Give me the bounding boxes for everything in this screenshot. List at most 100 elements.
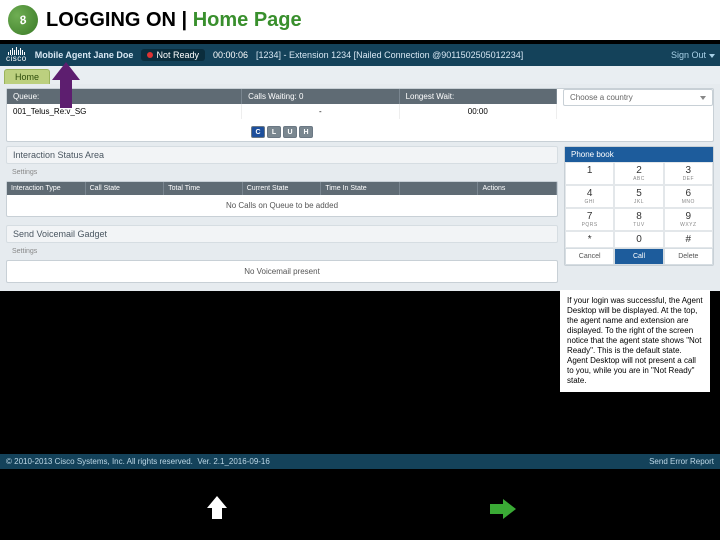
cisco-label: cisco bbox=[6, 55, 27, 62]
phone-call-button[interactable]: Call bbox=[614, 248, 663, 265]
agent-status-pill[interactable]: Not Ready bbox=[141, 49, 205, 61]
voicemail-settings-link[interactable]: Settings bbox=[6, 247, 558, 256]
footer-copyright: © 2010-2013 Cisco Systems, Inc. All righ… bbox=[6, 457, 193, 466]
queue-name-cell: 001_Telus_Re:v_SG bbox=[7, 104, 242, 119]
key-2-num: 2 bbox=[615, 165, 662, 176]
sign-out-link[interactable]: Sign Out bbox=[671, 50, 714, 60]
voicemail-empty-message: No Voicemail present bbox=[7, 261, 557, 282]
key-6-num: 6 bbox=[665, 188, 712, 199]
interaction-empty-message: No Calls on Queue to be added bbox=[7, 195, 557, 216]
key-hash[interactable]: # bbox=[664, 231, 713, 248]
nav-home-icon[interactable] bbox=[204, 496, 230, 522]
key-4-ltr: GHI bbox=[566, 199, 613, 205]
agent-label-prefix: Mobile Agent bbox=[35, 50, 91, 60]
key-5-ltr: JKL bbox=[615, 199, 662, 205]
key-9-num: 9 bbox=[665, 211, 712, 222]
queue-col-calls: Calls Waiting: 0 bbox=[242, 89, 399, 104]
phone-delete-button[interactable]: Delete bbox=[664, 248, 713, 265]
slide-title-bar: 8 LOGGING ON | Home Page bbox=[0, 0, 720, 42]
key-7-num: 7 bbox=[566, 211, 613, 222]
app-footer: © 2010-2013 Cisco Systems, Inc. All righ… bbox=[0, 454, 720, 469]
key-6[interactable]: 6MNO bbox=[664, 185, 713, 208]
explanatory-note: If your login was successful, the Agent … bbox=[560, 290, 710, 392]
dialpad: 1 2ABC 3DEF 4GHI 5JKL 6MNO 7PQRS 8TUV 9W… bbox=[565, 162, 713, 248]
key-star[interactable]: * bbox=[565, 231, 614, 248]
key-4-num: 4 bbox=[566, 188, 613, 199]
key-9-ltr: WXYZ bbox=[665, 222, 712, 228]
queue-header-row: Queue: Calls Waiting: 0 Longest Wait: bbox=[7, 89, 557, 104]
phone-book-title: Phone book bbox=[565, 147, 713, 162]
queue-panel: Queue: Calls Waiting: 0 Longest Wait: 00… bbox=[6, 88, 714, 142]
main-panel-area: Queue: Calls Waiting: 0 Longest Wait: 00… bbox=[0, 84, 720, 291]
agent-desktop-app: cisco Mobile Agent Jane Doe Not Ready 00… bbox=[0, 44, 720, 291]
send-error-report-link[interactable]: Send Error Report bbox=[649, 457, 714, 466]
footer-version: Ver. 2.1_2016-09-16 bbox=[197, 457, 270, 466]
acw-button-c[interactable]: C bbox=[251, 126, 265, 138]
key-hash-num: # bbox=[665, 234, 712, 245]
key-9[interactable]: 9WXYZ bbox=[664, 208, 713, 231]
queue-col-longest: Longest Wait: bbox=[400, 89, 557, 104]
key-8[interactable]: 8TUV bbox=[614, 208, 663, 231]
key-6-ltr: MNO bbox=[665, 199, 712, 205]
callout-arrow-icon bbox=[52, 62, 80, 108]
cisco-logo: cisco bbox=[6, 47, 27, 62]
country-select[interactable]: Choose a country bbox=[563, 89, 713, 106]
col-time-in-state: Time In State bbox=[321, 182, 400, 195]
key-7-ltr: PQRS bbox=[566, 222, 613, 228]
agent-status-text: Not Ready bbox=[156, 50, 199, 60]
slide-title: LOGGING ON | Home Page bbox=[46, 9, 302, 32]
key-0-num: 0 bbox=[615, 234, 662, 245]
queue-col-name: Queue: bbox=[7, 89, 242, 104]
interaction-panel: Interaction Type Call State Total Time C… bbox=[6, 181, 558, 217]
country-select-placeholder: Choose a country bbox=[570, 93, 633, 102]
col-total-time: Total Time bbox=[164, 182, 243, 195]
col-call-state: Call State bbox=[86, 182, 165, 195]
nav-next-icon[interactable] bbox=[490, 496, 516, 522]
key-7[interactable]: 7PQRS bbox=[565, 208, 614, 231]
queue-calls-cell: - bbox=[242, 104, 399, 119]
key-4[interactable]: 4GHI bbox=[565, 185, 614, 208]
voicemail-panel: No Voicemail present bbox=[6, 260, 558, 283]
acw-button-row: C L U H bbox=[7, 123, 557, 141]
queue-longest-cell: 00:00 bbox=[400, 104, 557, 119]
tab-home[interactable]: Home bbox=[4, 69, 50, 84]
slide-title-highlight: Home Page bbox=[193, 9, 302, 31]
phone-book-actions: Cancel Call Delete bbox=[565, 248, 713, 265]
slide-title-prefix: LOGGING ON | bbox=[46, 9, 193, 31]
voicemail-title: Send Voicemail Gadget bbox=[6, 225, 558, 243]
key-1-num: 1 bbox=[566, 165, 613, 176]
tab-bar: Home bbox=[0, 66, 720, 84]
interaction-settings-link[interactable]: Settings bbox=[6, 168, 558, 177]
key-5-num: 5 bbox=[615, 188, 662, 199]
key-3[interactable]: 3DEF bbox=[664, 162, 713, 185]
phone-book-panel: Phone book 1 2ABC 3DEF 4GHI 5JKL 6MNO 7P… bbox=[564, 146, 714, 266]
app-header: cisco Mobile Agent Jane Doe Not Ready 00… bbox=[0, 44, 720, 66]
interaction-columns: Interaction Type Call State Total Time C… bbox=[7, 182, 557, 195]
key-3-ltr: DEF bbox=[665, 176, 712, 182]
interaction-status-title: Interaction Status Area bbox=[6, 146, 558, 164]
key-5[interactable]: 5JKL bbox=[614, 185, 663, 208]
key-2-ltr: ABC bbox=[615, 176, 662, 182]
acw-button-h[interactable]: H bbox=[299, 126, 313, 138]
col-interaction-type: Interaction Type bbox=[7, 182, 86, 195]
col-current-state: Current State bbox=[243, 182, 322, 195]
extension-info: [1234] - Extension 1234 [Nailed Connecti… bbox=[256, 50, 523, 60]
key-2[interactable]: 2ABC bbox=[614, 162, 663, 185]
key-star-num: * bbox=[566, 234, 613, 245]
col-actions: Actions bbox=[478, 182, 557, 195]
acw-button-u[interactable]: U bbox=[283, 126, 297, 138]
queue-data-row: 001_Telus_Re:v_SG - 00:00 bbox=[7, 104, 557, 119]
slide-number-badge: 8 bbox=[5, 2, 42, 39]
agent-timer: 00:00:06 bbox=[213, 50, 248, 60]
key-0[interactable]: 0 bbox=[614, 231, 663, 248]
agent-label: Mobile Agent Jane Doe bbox=[35, 50, 134, 60]
col-spacer bbox=[400, 182, 479, 195]
status-dot-icon bbox=[147, 52, 153, 58]
key-3-num: 3 bbox=[665, 165, 712, 176]
acw-button-l[interactable]: L bbox=[267, 126, 281, 138]
key-8-ltr: TUV bbox=[615, 222, 662, 228]
agent-name: Jane Doe bbox=[93, 50, 133, 60]
phone-cancel-button[interactable]: Cancel bbox=[565, 248, 614, 265]
slide-nav bbox=[0, 496, 720, 522]
key-1[interactable]: 1 bbox=[565, 162, 614, 185]
